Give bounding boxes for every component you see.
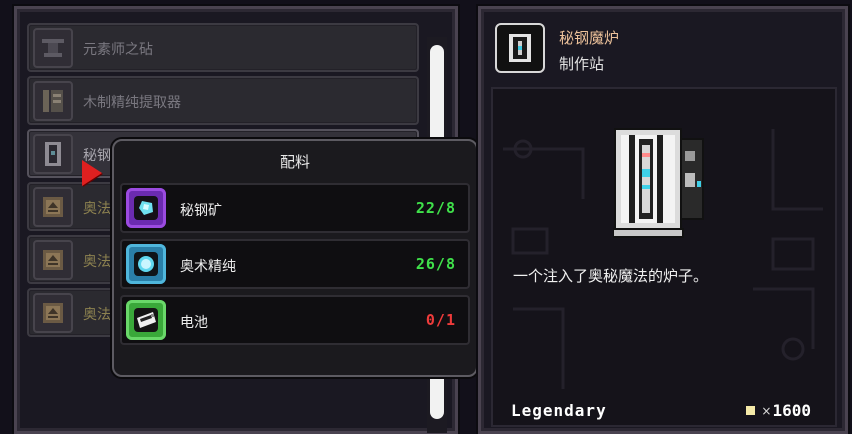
arcane-book-icon	[33, 187, 73, 227]
pointer-cursor-icon	[82, 160, 102, 186]
battery-icon	[126, 300, 166, 340]
list-item[interactable]: 元素师之砧	[27, 23, 419, 72]
ingredient-row: 秘钢矿 22/8	[120, 183, 470, 233]
list-item-label: 木制精纯提取器	[83, 95, 181, 111]
coin-icon	[746, 406, 756, 415]
furnace-illustration	[613, 128, 704, 238]
ingredient-row: 电池 0/1	[120, 295, 470, 345]
item-category: 制作站	[559, 55, 605, 73]
arcane-book-icon	[33, 293, 73, 333]
list-item-label: 奥法	[83, 254, 111, 270]
item-rarity: Legendary	[511, 401, 607, 420]
item-title: 秘钢魔炉	[559, 29, 620, 47]
anvil-icon	[33, 28, 73, 68]
ingredients-title: 配料	[279, 153, 310, 171]
arcane-book-icon	[33, 240, 73, 280]
ore-icon	[126, 188, 166, 228]
item-preview: 一个注入了奥秘魔法的炉子。 Legendary × 1600	[491, 87, 837, 427]
list-item-label: 奥法	[83, 201, 111, 217]
price-multiplier: ×	[761, 403, 772, 418]
furnace-icon	[495, 23, 545, 73]
price-value: 1600	[772, 401, 811, 420]
ingredient-row: 奥术精纯 26/8	[120, 239, 470, 289]
ingredient-count: 22/8	[415, 199, 456, 217]
ingredient-name: 奥术精纯	[180, 259, 236, 275]
ingredients-tooltip: 配料 秘钢矿 22/8 奥术精纯 26/8 电池 0/1	[112, 139, 478, 377]
item-price: × 1600	[746, 401, 811, 420]
furnace-icon	[33, 134, 73, 174]
ingredient-count: 26/8	[415, 255, 456, 273]
item-description: 一个注入了奥秘魔法的炉子。	[513, 267, 709, 285]
ingredient-count: 0/1	[425, 311, 456, 329]
list-item-label: 奥法	[83, 307, 111, 323]
list-item[interactable]: 木制精纯提取器	[27, 76, 419, 125]
ingredient-name: 秘钢矿	[180, 203, 222, 219]
item-detail-panel: 秘钢魔炉 制作站 一个注入了奥秘魔法的炉子。 Legendary × 1600	[478, 6, 848, 434]
list-item-label: 元素师之砧	[83, 42, 153, 58]
ingredient-name: 电池	[180, 315, 208, 331]
essence-orb-icon	[126, 244, 166, 284]
extractor-icon	[33, 81, 73, 121]
